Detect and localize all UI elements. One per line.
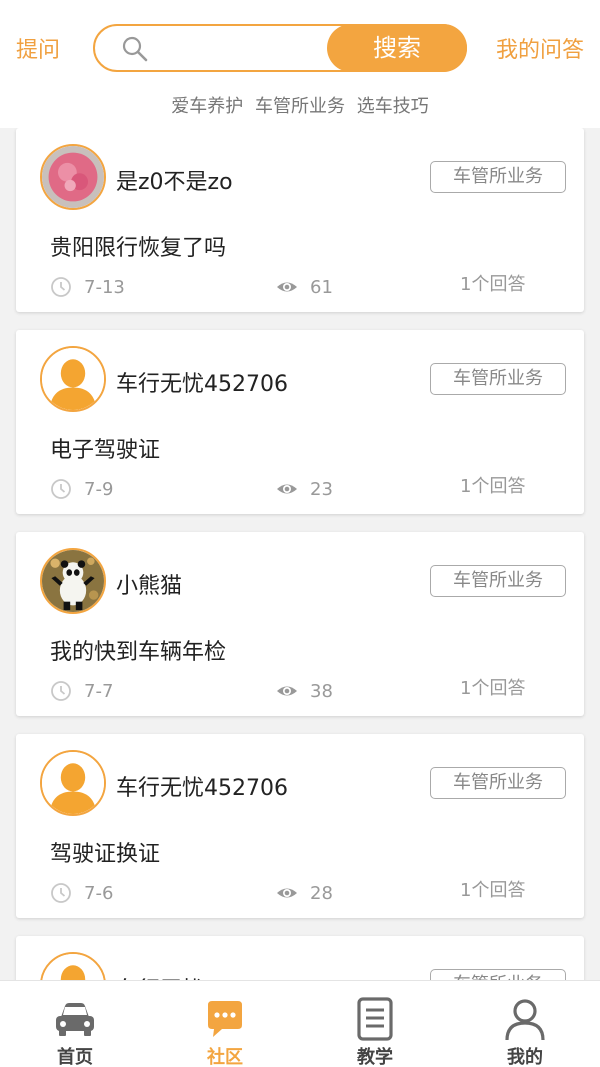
post-date: 7-9 bbox=[50, 478, 113, 502]
search-bar[interactable]: 搜索 bbox=[93, 24, 467, 72]
category-tag[interactable]: 车管所业务 bbox=[430, 161, 566, 193]
avatar[interactable] bbox=[40, 346, 106, 412]
tab-mine[interactable]: 我的 bbox=[450, 981, 600, 1067]
category-tag[interactable]: 车管所业务 bbox=[430, 969, 566, 980]
clock-icon bbox=[51, 681, 71, 701]
question-card[interactable]: 车行无忧452706 车管所业务 电子驾驶证 7-9 23 1个回答 bbox=[16, 330, 584, 514]
category-tag[interactable]: 车管所业务 bbox=[430, 767, 566, 799]
answer-count[interactable]: 1个回答 bbox=[460, 879, 525, 903]
answer-count[interactable]: 1个回答 bbox=[460, 677, 525, 701]
eye-icon bbox=[277, 484, 297, 494]
quick-tag-dmv[interactable]: 车管所业务 bbox=[255, 96, 345, 117]
question-card[interactable]: 车行无忧452706 车管所业务 bbox=[16, 936, 584, 980]
post-date: 7-7 bbox=[50, 680, 113, 704]
question-title[interactable]: 贵阳限行恢复了吗 bbox=[50, 230, 226, 262]
view-count: 61 bbox=[276, 276, 333, 300]
search-icon bbox=[122, 36, 148, 62]
quick-tag-car-choice[interactable]: 选车技巧 bbox=[357, 96, 429, 117]
question-card[interactable]: 是z0不是zo 车管所业务 贵阳限行恢复了吗 7-13 61 1个回答 bbox=[16, 128, 584, 312]
eye-icon bbox=[277, 686, 297, 696]
category-tag[interactable]: 车管所业务 bbox=[430, 363, 566, 395]
eye-icon bbox=[277, 282, 297, 292]
username[interactable]: 车行无忧452706 bbox=[116, 770, 288, 802]
tab-label: 教学 bbox=[357, 1047, 393, 1067]
answer-count[interactable]: 1个回答 bbox=[460, 273, 525, 297]
clock-icon bbox=[51, 277, 71, 297]
search-button[interactable]: 搜索 bbox=[327, 24, 467, 72]
question-feed: 是z0不是zo 车管所业务 贵阳限行恢复了吗 7-13 61 1个回答 车行无忧… bbox=[0, 128, 600, 980]
post-date: 7-13 bbox=[50, 276, 125, 300]
my-questions-link[interactable]: 我的问答 bbox=[496, 32, 600, 64]
question-card[interactable]: 车行无忧452706 车管所业务 驾驶证换证 7-6 28 1个回答 bbox=[16, 734, 584, 918]
bottom-tab-bar: 首页 社区 教学 我的 bbox=[0, 980, 600, 1067]
avatar[interactable] bbox=[40, 952, 106, 980]
username[interactable]: 车行无忧452706 bbox=[116, 972, 288, 980]
tab-home[interactable]: 首页 bbox=[0, 981, 150, 1067]
avatar[interactable] bbox=[40, 548, 106, 614]
tab-label: 首页 bbox=[57, 1047, 93, 1067]
header: 提问 搜索 我的问答 爱车养护 车管所业务 选车技巧 bbox=[0, 0, 600, 128]
question-title[interactable]: 我的快到车辆年检 bbox=[50, 634, 226, 666]
tab-label: 我的 bbox=[507, 1047, 543, 1067]
question-title[interactable]: 电子驾驶证 bbox=[50, 432, 160, 464]
chat-bubble-icon bbox=[208, 1001, 242, 1037]
view-count: 28 bbox=[276, 882, 333, 906]
quick-tags: 爱车养护 车管所业务 选车技巧 bbox=[0, 92, 600, 118]
username[interactable]: 小熊猫 bbox=[116, 568, 182, 600]
car-icon bbox=[56, 1003, 94, 1036]
view-count: 38 bbox=[276, 680, 333, 704]
quick-tag-car-care[interactable]: 爱车养护 bbox=[171, 96, 243, 117]
question-title[interactable]: 驾驶证换证 bbox=[50, 836, 160, 868]
question-card[interactable]: 小熊猫 车管所业务 我的快到车辆年检 7-7 38 1个回答 bbox=[16, 532, 584, 716]
avatar[interactable] bbox=[40, 750, 106, 816]
person-icon bbox=[505, 999, 545, 1041]
username[interactable]: 是z0不是zo bbox=[116, 164, 233, 196]
eye-icon bbox=[277, 888, 297, 898]
answer-count[interactable]: 1个回答 bbox=[460, 475, 525, 499]
tab-teaching[interactable]: 教学 bbox=[300, 981, 450, 1067]
clock-icon bbox=[51, 479, 71, 499]
document-icon bbox=[357, 997, 393, 1041]
tab-community[interactable]: 社区 bbox=[150, 981, 300, 1067]
tab-label: 社区 bbox=[207, 1047, 243, 1067]
view-count: 23 bbox=[276, 478, 333, 502]
ask-button[interactable]: 提问 bbox=[16, 32, 60, 64]
avatar[interactable] bbox=[40, 144, 106, 210]
username[interactable]: 车行无忧452706 bbox=[116, 366, 288, 398]
post-date: 7-6 bbox=[50, 882, 113, 906]
category-tag[interactable]: 车管所业务 bbox=[430, 565, 566, 597]
clock-icon bbox=[51, 883, 71, 903]
